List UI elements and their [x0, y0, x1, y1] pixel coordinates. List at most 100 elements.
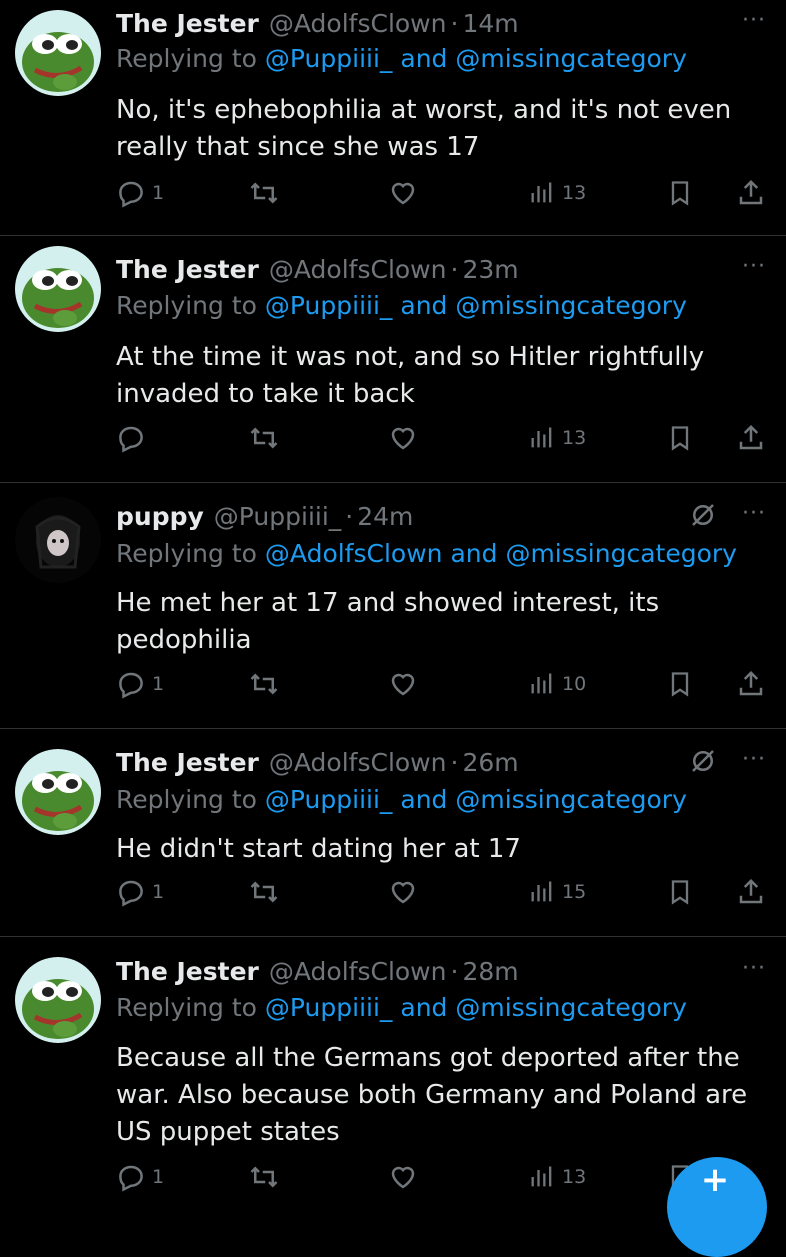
mention-link[interactable]: @missingcategory [455, 785, 687, 814]
replying-to-label: Replying to [116, 993, 257, 1022]
like-icon [391, 673, 415, 696]
display-name[interactable]: The Jester [116, 957, 259, 986]
more-icon[interactable]: ··· [742, 8, 766, 33]
display-name[interactable]: The Jester [116, 9, 259, 38]
share-button[interactable] [736, 423, 766, 453]
mention-link[interactable]: @Puppiiii_ [265, 993, 393, 1022]
like-button[interactable] [388, 877, 418, 907]
views-button[interactable]: 15 [528, 877, 586, 907]
retweet-button[interactable] [249, 423, 279, 453]
display-name[interactable]: The Jester [116, 748, 259, 777]
separator-dot: · [450, 956, 459, 986]
tweet[interactable]: The Jester @AdolfsClown · 26m ··· Replyi… [0, 729, 786, 937]
bookmark-button[interactable] [666, 423, 694, 453]
views-button[interactable]: 13 [528, 1162, 586, 1192]
more-icon[interactable]: ··· [742, 501, 766, 526]
bookmark-icon [671, 672, 689, 697]
more-icon[interactable]: ··· [742, 956, 766, 981]
display-name[interactable]: The Jester [116, 255, 259, 284]
retweet-icon [250, 1166, 278, 1188]
tweet[interactable]: The Jester @AdolfsClown · 14m ··· Replyi… [0, 0, 786, 236]
views-icon [531, 182, 552, 203]
view-count: 13 [562, 427, 587, 449]
reply-button[interactable]: 1 [116, 669, 164, 699]
tweet-text: No, it's ephebophilia at worst, and it's… [116, 95, 732, 162]
mention-link[interactable]: @Puppiiii_ [265, 291, 393, 320]
like-button[interactable] [388, 669, 418, 699]
separator-dot: · [345, 501, 354, 531]
reply-icon [119, 880, 143, 907]
mention-link[interactable]: @Puppiiii_ [265, 785, 393, 814]
timestamp[interactable]: 28m [462, 957, 518, 986]
bookmark-button[interactable] [666, 877, 694, 907]
views-icon [531, 673, 552, 694]
share-icon [739, 424, 763, 450]
reply-count: 1 [152, 1166, 165, 1188]
separator-dot: · [450, 747, 459, 777]
like-button[interactable] [388, 1162, 418, 1192]
retweet-button[interactable] [249, 669, 279, 699]
tweet[interactable]: puppy @Puppiiii_ · 24m ··· Replying to @… [0, 483, 786, 729]
timestamp[interactable]: 23m [462, 255, 518, 284]
retweet-button[interactable] [249, 1162, 279, 1192]
retweet-icon [250, 427, 278, 449]
like-button[interactable] [388, 178, 418, 208]
replying-to-label: Replying to [116, 539, 257, 568]
views-icon [531, 427, 552, 448]
user-handle[interactable]: @AdolfsClown [269, 957, 447, 986]
retweet-button[interactable] [249, 877, 279, 907]
mention-link[interactable]: @Puppiiii_ [265, 44, 393, 73]
timestamp[interactable]: 24m [357, 502, 413, 531]
replying-to: Replying to @Puppiiii_ and @missingcateg… [116, 291, 687, 320]
views-button[interactable]: 13 [528, 423, 586, 453]
avatar[interactable] [15, 749, 101, 835]
user-handle[interactable]: @Puppiiii_ [214, 502, 342, 531]
share-button[interactable] [736, 669, 766, 699]
retweet-icon [250, 673, 278, 695]
view-count: 13 [562, 1166, 587, 1188]
reply-button[interactable]: 1 [116, 877, 164, 907]
views-icon [531, 881, 552, 902]
bookmark-button[interactable] [666, 178, 694, 208]
replying-to: Replying to @Puppiiii_ and @missingcateg… [116, 44, 687, 73]
views-button[interactable]: 13 [528, 178, 586, 208]
timestamp[interactable]: 14m [462, 9, 518, 38]
avatar[interactable] [15, 497, 101, 583]
avatar[interactable] [15, 10, 101, 96]
avatar[interactable] [15, 246, 101, 332]
mention-link[interactable]: @missingcategory [455, 993, 687, 1022]
retweet-button[interactable] [249, 178, 279, 208]
mention-link[interactable]: @missingcategory [505, 539, 737, 568]
display-name[interactable]: puppy [116, 502, 204, 531]
plus-icon: + [700, 1160, 730, 1200]
mention-link[interactable]: @AdolfsClown [265, 539, 443, 568]
reply-button[interactable]: 1 [116, 178, 164, 208]
share-button[interactable] [736, 877, 766, 907]
tweet[interactable]: The Jester @AdolfsClown · 28m ··· Replyi… [0, 937, 786, 1200]
replying-to-label: Replying to [116, 291, 257, 320]
share-button[interactable] [736, 178, 766, 208]
avatar[interactable] [15, 957, 101, 1043]
reply-icon [119, 672, 143, 699]
reply-button[interactable] [116, 423, 152, 453]
bookmark-icon [671, 880, 689, 905]
mute-icon[interactable] [688, 746, 718, 780]
and-label: and [400, 44, 448, 73]
user-handle[interactable]: @AdolfsClown [269, 748, 447, 777]
reply-button[interactable]: 1 [116, 1162, 164, 1192]
replying-to-label: Replying to [116, 44, 257, 73]
mute-icon[interactable] [688, 500, 718, 534]
like-button[interactable] [388, 423, 418, 453]
tweet-text: At the time it was not, and so Hitler ri… [116, 342, 705, 409]
views-button[interactable]: 10 [528, 669, 586, 699]
bookmark-button[interactable] [666, 669, 694, 699]
user-handle[interactable]: @AdolfsClown [269, 9, 447, 38]
timestamp[interactable]: 26m [462, 748, 518, 777]
mention-link[interactable]: @missingcategory [455, 44, 687, 73]
tweet-text: He met her at 17 and showed interest, it… [116, 588, 660, 655]
user-handle[interactable]: @AdolfsClown [269, 255, 447, 284]
more-icon[interactable]: ··· [742, 747, 766, 772]
more-icon[interactable]: ··· [742, 254, 766, 279]
tweet[interactable]: The Jester @AdolfsClown · 23m ··· Replyi… [0, 236, 786, 483]
mention-link[interactable]: @missingcategory [455, 291, 687, 320]
